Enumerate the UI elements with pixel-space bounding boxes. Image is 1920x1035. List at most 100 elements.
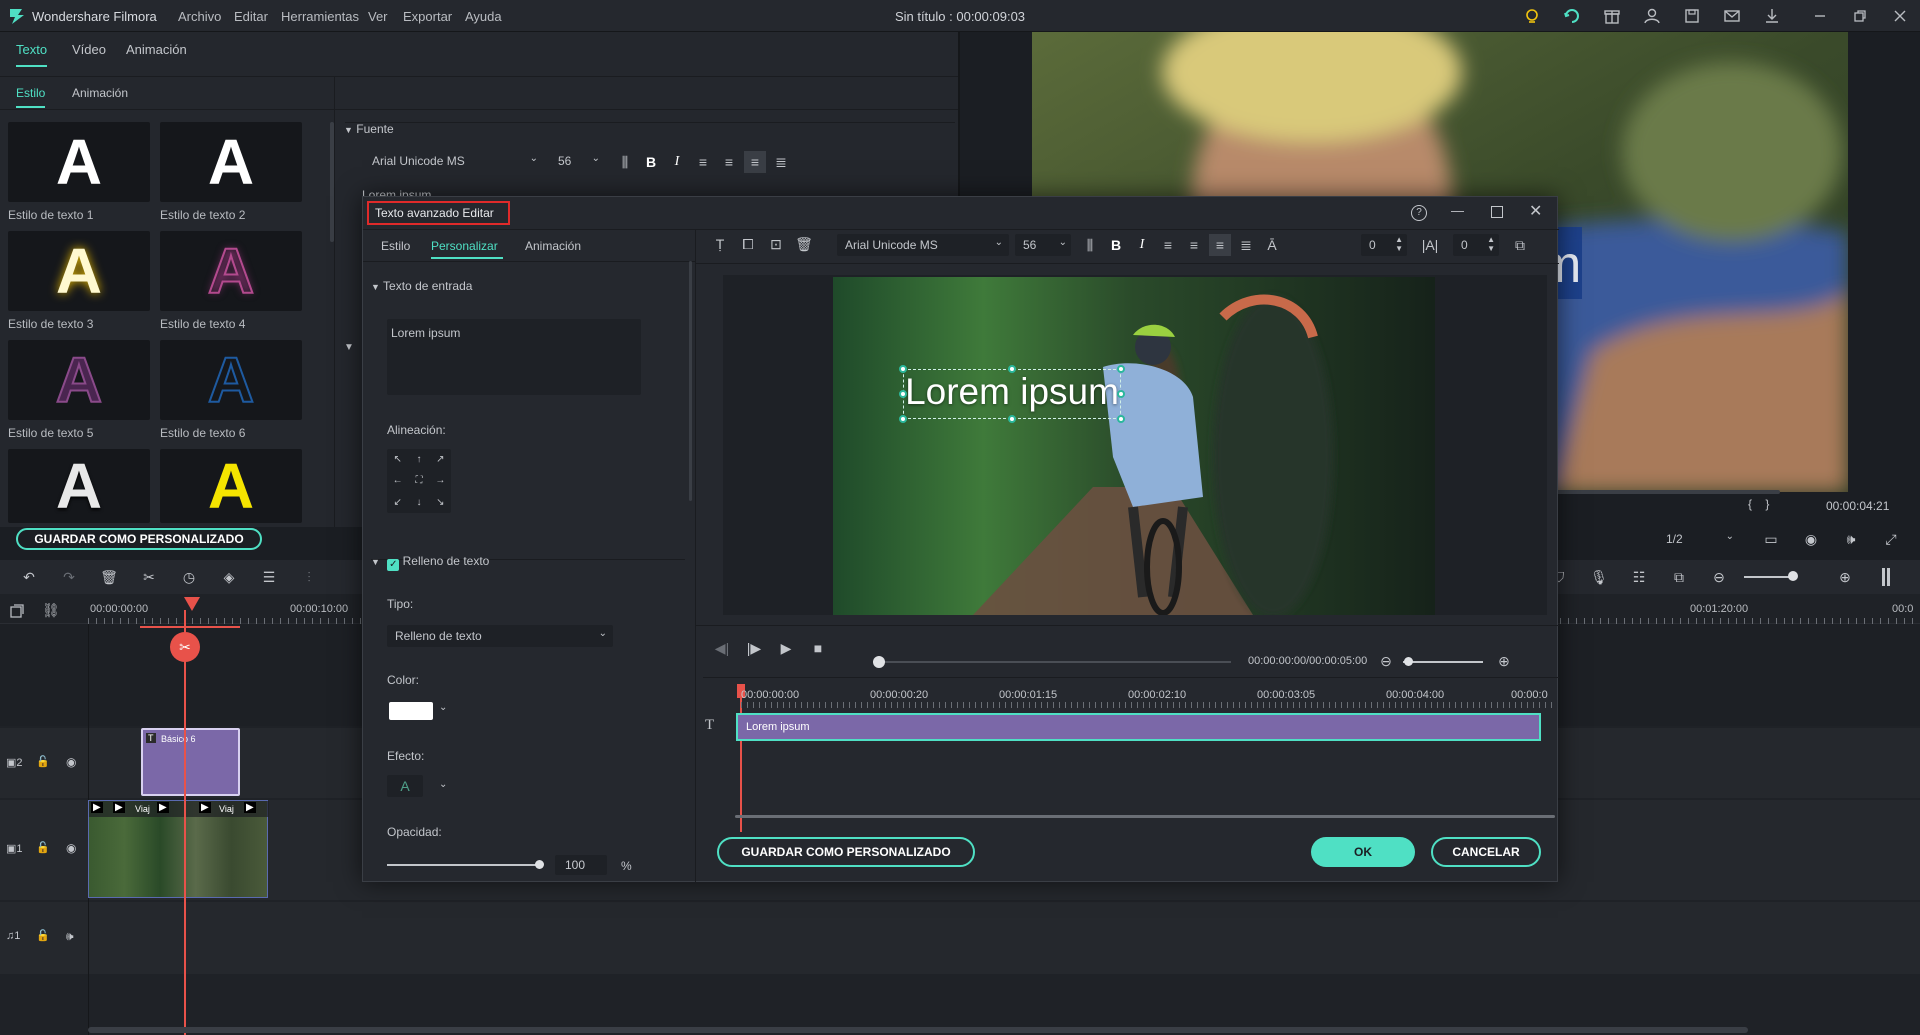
close-icon[interactable]: ✕: [1529, 201, 1542, 221]
dialog-save-custom-button[interactable]: GUARDAR COMO PERSONALIZADO: [717, 837, 975, 867]
download-icon[interactable]: [1762, 6, 1782, 26]
resize-handle[interactable]: [899, 415, 907, 423]
styles-scrollbar[interactable]: [330, 122, 334, 242]
dialog-tab-personalizar[interactable]: Personalizar: [431, 239, 498, 253]
align-bottom-left-icon[interactable]: ↙: [387, 492, 408, 513]
fullscreen-icon[interactable]: ⤢: [1880, 528, 1902, 550]
bold-icon[interactable]: B: [1105, 234, 1127, 256]
align-bottom-right-icon[interactable]: ↘: [430, 492, 451, 513]
delete-icon[interactable]: 🗑: [98, 566, 120, 588]
volume-icon[interactable]: 🕪: [1840, 528, 1862, 550]
lock-icon[interactable]: 🔓: [36, 929, 50, 942]
align-top-right-icon[interactable]: ↗: [430, 449, 451, 470]
chevron-down-icon[interactable]: ⌄: [439, 779, 447, 790]
align-center-icon[interactable]: ≡: [1209, 234, 1231, 256]
eye-icon[interactable]: ◉: [66, 841, 76, 855]
speaker-icon[interactable]: 🕪: [66, 929, 74, 944]
monitor-icon[interactable]: ▭: [1760, 528, 1782, 550]
zoom-dropdown[interactable]: 1/2 ⌄: [1660, 529, 1740, 549]
pip-icon[interactable]: ⧉: [1668, 566, 1690, 588]
opacity-input[interactable]: 100: [555, 855, 607, 875]
align-right-icon[interactable]: ≡: [718, 151, 740, 173]
title-clip[interactable]: T Básico 6: [141, 728, 240, 796]
mic-icon[interactable]: 🎙: [1588, 566, 1610, 588]
justify-icon[interactable]: ≣: [1235, 234, 1257, 256]
dialog-tab-estilo[interactable]: Estilo: [381, 239, 410, 253]
text-style-item[interactable]: A Estilo de texto 4: [160, 231, 302, 331]
zoom-out-icon[interactable]: ⊖: [1375, 650, 1397, 672]
align-top-icon[interactable]: ↑: [408, 449, 429, 470]
adjust-icon[interactable]: ☰: [258, 566, 280, 588]
input-section-header[interactable]: ▼ Texto de entrada: [371, 279, 472, 293]
minimize-icon[interactable]: [1810, 6, 1830, 26]
align-bottom-icon[interactable]: ↓: [408, 492, 429, 513]
prev-frame-icon[interactable]: ◀|: [711, 637, 733, 659]
stop-icon[interactable]: ■: [807, 637, 829, 659]
add-shape-icon[interactable]: ⧠: [737, 233, 759, 255]
text-style-item[interactable]: A Estilo de texto 3: [8, 231, 150, 331]
fill-type-dropdown[interactable]: Relleno de texto ⌄: [387, 625, 613, 647]
sync-icon[interactable]: [1562, 6, 1582, 26]
bold-icon[interactable]: B: [640, 151, 662, 173]
font-size-dropdown[interactable]: 56 ⌄: [552, 150, 604, 172]
zoom-in-icon[interactable]: ⊕: [1493, 650, 1515, 672]
resize-handle[interactable]: [1117, 365, 1125, 373]
subtab-estilo[interactable]: Estilo: [16, 86, 46, 108]
italic-icon[interactable]: I: [1131, 234, 1153, 256]
snapshot-icon[interactable]: ◉: [1800, 528, 1822, 550]
text-input-area[interactable]: Lorem ipsum: [387, 319, 641, 395]
mixer-icon[interactable]: ☷: [1628, 566, 1650, 588]
resize-handle[interactable]: [1117, 415, 1125, 423]
align-center-icon[interactable]: ⛶: [408, 470, 429, 491]
tab-animacion[interactable]: Animación: [126, 42, 187, 57]
canvas-text[interactable]: Lorem ipsum: [903, 371, 1121, 413]
add-track-icon[interactable]: [8, 602, 26, 620]
playback-progress[interactable]: [877, 661, 1231, 663]
chevron-down-icon[interactable]: ⌄: [439, 702, 447, 713]
add-text-icon[interactable]: Ṭ: [709, 233, 731, 255]
resize-handle[interactable]: [1117, 390, 1125, 398]
effect-preview-icon[interactable]: A: [387, 775, 423, 797]
align-left-icon[interactable]: ≡: [1157, 234, 1179, 256]
dialog-tab-animacion[interactable]: Animación: [525, 239, 581, 253]
resize-handle[interactable]: [899, 365, 907, 373]
align-right-icon[interactable]: →: [430, 470, 451, 491]
fill-checkbox[interactable]: ✓: [387, 559, 400, 571]
zoom-handle[interactable]: [1404, 657, 1413, 666]
text-style-item[interactable]: A Estilo de texto 5: [8, 340, 150, 440]
settings-scrollbar[interactable]: [689, 261, 692, 501]
align-left-icon[interactable]: ≡: [692, 151, 714, 173]
dialog-text-clip[interactable]: Lorem ipsum: [736, 713, 1541, 741]
char-spacing-icon[interactable]: Ā: [1261, 234, 1283, 256]
zoom-slider[interactable]: [1403, 661, 1483, 663]
font-section-header[interactable]: ▼ Fuente: [344, 122, 394, 136]
fill-color-swatch[interactable]: [389, 702, 433, 720]
resize-handle[interactable]: [1008, 365, 1016, 373]
account-icon[interactable]: [1642, 6, 1662, 26]
line-spacing-input[interactable]: 0 ▲ ▼: [1453, 234, 1499, 256]
cut-icon[interactable]: ✂: [138, 566, 160, 588]
justify-icon[interactable]: ≣: [770, 151, 792, 173]
save-icon[interactable]: [1682, 6, 1702, 26]
zoom-out-icon[interactable]: ⊖: [1708, 566, 1730, 588]
next-frame-icon[interactable]: |▶: [743, 637, 765, 659]
font-dropdown[interactable]: Arial Unicode MS ⌄: [362, 150, 544, 172]
dialog-timeline-scrollbar[interactable]: [735, 815, 1555, 818]
timeline-zoom-handle[interactable]: [1788, 571, 1798, 581]
text-style-item[interactable]: A Estilo de texto 1: [8, 122, 150, 222]
text-style-item[interactable]: A Estilo de texto 6: [160, 340, 302, 440]
tab-texto[interactable]: Texto: [16, 42, 48, 67]
layers-icon[interactable]: ⧉: [1509, 234, 1531, 256]
keyframe-icon[interactable]: ◈: [218, 566, 240, 588]
zoom-in-icon[interactable]: ⊕: [1834, 566, 1856, 588]
collapse-arrow-icon[interactable]: ▼: [344, 342, 354, 353]
eye-icon[interactable]: ◉: [66, 755, 76, 769]
timeline-scrollbar[interactable]: [88, 1027, 1748, 1033]
resize-handle[interactable]: [899, 390, 907, 398]
link-icon[interactable]: ⛓: [42, 602, 60, 619]
timeline-zoom-slider[interactable]: [1744, 576, 1794, 578]
dialog-font-dropdown[interactable]: Arial Unicode MS ⌄: [837, 234, 1009, 256]
dialog-font-size-dropdown[interactable]: 56 ⌄: [1015, 234, 1071, 256]
delete-icon[interactable]: 🗑: [793, 233, 815, 255]
speed-icon[interactable]: ◷: [178, 566, 200, 588]
